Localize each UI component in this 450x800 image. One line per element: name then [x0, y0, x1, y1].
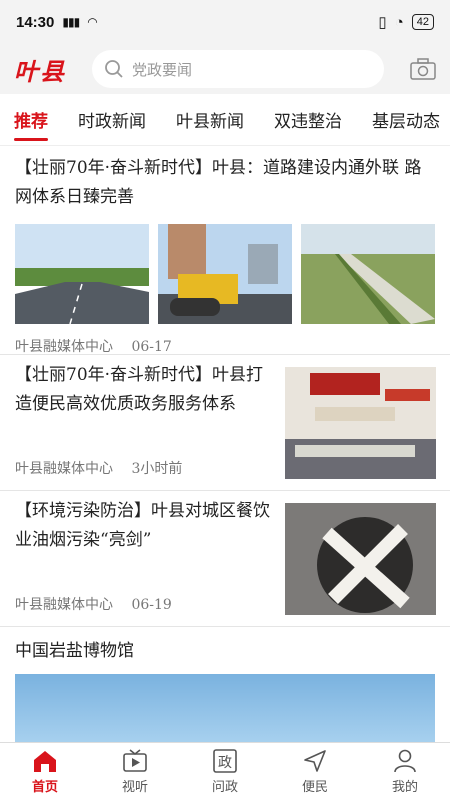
news-meta: 叶县融媒体中心 06-17 — [15, 336, 435, 356]
news-time: 3小时前 — [131, 461, 183, 477]
nav-media[interactable]: 视听 — [90, 743, 180, 800]
news-title: 【壮丽70年·奋斗新时代】叶县：道路建设内通外联 路网体系日臻完善 — [15, 158, 422, 207]
nav-label: 视听 — [121, 780, 148, 795]
app-logo: 叶县 — [14, 56, 66, 86]
news-time: 06-19 — [131, 597, 172, 613]
govern-icon-glyph: 政 — [218, 755, 232, 771]
nav-profile[interactable]: 我的 — [360, 743, 450, 800]
news-meta: 叶县融媒体中心 3小时前 — [15, 458, 275, 478]
tab-county-news[interactable]: 叶县新闻 — [176, 107, 244, 132]
wifi-icon: ◠ — [87, 15, 98, 29]
news-title: 中国岩盐博物馆 — [15, 641, 134, 661]
nav-label: 首页 — [31, 780, 58, 795]
news-feed: 【壮丽70年·奋斗新时代】叶县：道路建设内通外联 路网体系日臻完善 叶县融媒体中… — [0, 146, 450, 754]
news-thumbnail — [15, 224, 149, 324]
tab-recommend[interactable]: 推荐 — [14, 107, 48, 141]
nav-service[interactable]: 便民 — [270, 743, 360, 800]
tab-grassroots[interactable]: 基层动态 — [372, 107, 440, 132]
tab-politics-news[interactable]: 时政新闻 — [78, 107, 146, 132]
search-icon — [105, 60, 123, 78]
bottom-nav: 首页 视听 政 问政 便民 我的 — [0, 742, 450, 800]
status-time: 14:30 — [16, 13, 55, 31]
nav-label: 我的 — [391, 780, 418, 795]
news-source: 叶县融媒体中心 — [15, 597, 113, 613]
news-image-row — [15, 224, 435, 324]
news-item[interactable]: 【壮丽70年·奋斗新时代】叶县：道路建设内通外联 路网体系日臻完善 叶县融媒体中… — [0, 146, 450, 355]
send-icon — [304, 750, 326, 772]
home-icon — [34, 751, 56, 772]
news-thumbnail — [285, 367, 436, 479]
news-source: 叶县融媒体中心 — [15, 339, 113, 355]
news-thumbnail — [285, 503, 436, 615]
tv-icon — [123, 749, 147, 772]
nav-home[interactable]: 首页 — [0, 743, 90, 800]
news-thumbnail — [158, 224, 292, 324]
news-thumbnail — [301, 224, 435, 324]
nav-govern[interactable]: 政 问政 — [180, 743, 270, 800]
news-item[interactable]: 中国岩盐博物馆 — [0, 627, 450, 754]
news-title: 【壮丽70年·奋斗新时代】叶县打造便民高效优质政务服务体系 — [15, 365, 264, 414]
news-meta: 叶县融媒体中心 06-19 — [15, 594, 275, 614]
battery-icon: 42 — [411, 14, 434, 30]
user-icon — [394, 749, 416, 773]
news-source: 叶县融媒体中心 — [15, 461, 113, 477]
camera-icon[interactable] — [410, 58, 436, 80]
news-item[interactable]: 【环境污染防治】叶县对城区餐饮业油烟污染“亮剑” 叶县融媒体中心 06-19 — [0, 491, 450, 627]
govern-icon: 政 — [213, 749, 237, 773]
category-tabs: 推荐 时政新闻 叶县新闻 双违整治 基层动态 — [0, 94, 450, 146]
news-video-cover — [15, 674, 435, 744]
app-header: 叶县 党政要闻 — [0, 44, 450, 94]
search-placeholder: 党政要闻 — [132, 60, 193, 79]
status-bar: 14:30 ▮▮▮ ◠ ▯ ◔ 42 — [0, 0, 450, 44]
nav-label: 便民 — [301, 780, 328, 795]
news-time: 06-17 — [131, 339, 172, 355]
news-item[interactable]: 【壮丽70年·奋斗新时代】叶县打造便民高效优质政务服务体系 叶县融媒体中心 3小… — [0, 355, 450, 491]
tab-rectification[interactable]: 双违整治 — [274, 107, 342, 132]
news-title: 【环境污染防治】叶县对城区餐饮业油烟污染“亮剑” — [15, 501, 270, 550]
nav-label: 问政 — [211, 780, 238, 795]
search-bar[interactable]: 党政要闻 — [92, 50, 384, 88]
alarm-icon: ◔ — [394, 13, 404, 31]
signal-icon: ▮▮▮ — [62, 15, 80, 29]
vibrate-icon: ▯ — [378, 14, 387, 31]
